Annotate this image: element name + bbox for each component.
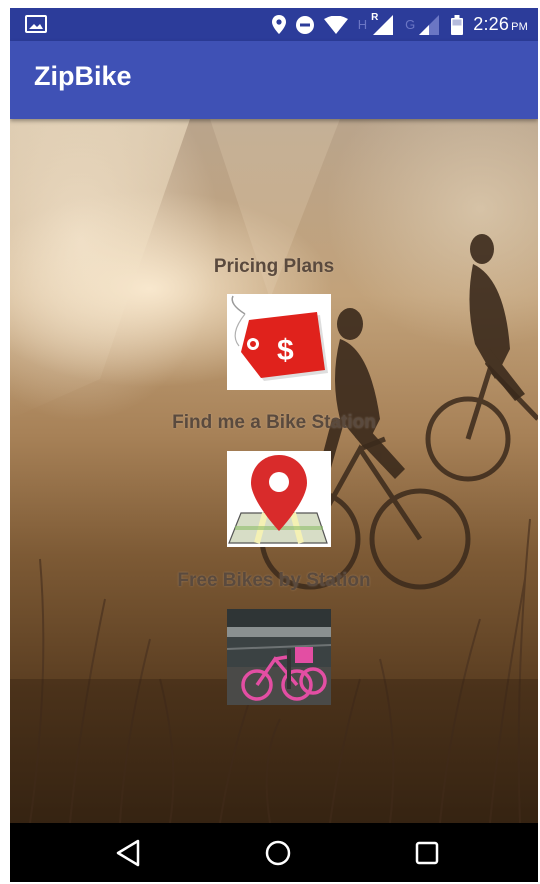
app-title: ZipBike [34,61,132,91]
pricing-plans-button[interactable]: $ [227,294,331,390]
status-time: 2:26 PM [473,14,528,34]
network-h-indicator: H [357,17,368,32]
roaming-indicator: R [371,11,379,23]
find-bike-station-label[interactable]: Find me a Bike Station [10,412,538,434]
home-icon[interactable] [261,837,295,869]
do-not-disturb-icon [295,15,314,34]
navigation-bar [10,823,538,882]
status-bar: H R G 2:26 PM [10,8,538,41]
price-tag-icon: $ [231,295,328,381]
network-g-indicator: G [405,17,416,32]
status-icons: H R G 2:26 PM [271,8,528,41]
image-notification-icon [25,15,47,33]
find-bike-station-button[interactable] [227,451,331,547]
app-bar: ZipBike [10,41,538,119]
wifi-icon [323,15,348,34]
phone-screen: H R G 2:26 PM ZipBike Pricing Plans $ Fi… [10,8,538,882]
free-bikes-label[interactable]: Free Bikes by Station [10,570,538,592]
recents-icon[interactable] [410,837,444,869]
free-bikes-button[interactable] [227,609,331,705]
back-icon[interactable] [112,837,146,869]
pink-bikes-photo [227,609,331,705]
pricing-plans-label[interactable]: Pricing Plans [10,256,538,278]
map-pin-icon [228,455,328,544]
signal-weak-icon [419,14,440,35]
svg-text:$: $ [277,334,294,367]
location-icon [271,15,286,34]
main-content: Pricing Plans $ Find me a Bike Station F… [10,119,538,823]
battery-icon [451,14,464,35]
signal-icon: R [371,11,395,35]
